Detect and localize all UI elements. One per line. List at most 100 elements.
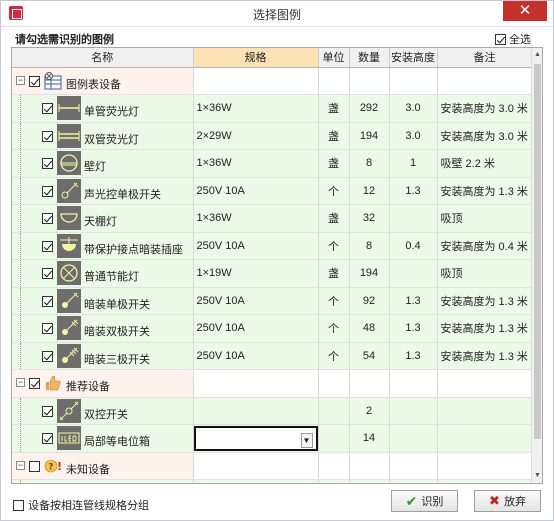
collapse-toggle[interactable]: − (16, 460, 25, 470)
item-unit[interactable]: 个 (318, 177, 350, 205)
item-checkbox[interactable] (42, 130, 53, 142)
group-checkbox[interactable] (29, 460, 40, 472)
item-unit[interactable]: 个 (318, 314, 350, 343)
spec-dropdown[interactable]: ▼ (193, 426, 317, 451)
item-height[interactable]: 1.3 (389, 314, 438, 343)
col-header-name[interactable]: 名称 (12, 48, 194, 68)
item-qty[interactable]: 8 (349, 232, 390, 260)
item-unit[interactable]: 个 (318, 342, 350, 370)
item-checkbox[interactable] (42, 268, 53, 279)
item-spec[interactable]: 2×29W (193, 122, 319, 150)
item-height[interactable]: 1.3 (389, 342, 438, 370)
item-spec[interactable]: 1×36W (193, 149, 319, 178)
close-button[interactable]: ✕ (503, 1, 547, 21)
item-spec[interactable]: 250V 10A (193, 232, 319, 260)
select-all[interactable]: 全选 (495, 31, 531, 47)
item-note[interactable]: 安装高度为 1.3 米 (437, 342, 533, 370)
table-row[interactable]: 带保护接点暗装插座 250V 10A 个 8 0.4 安装高度为 0.4 米 (12, 232, 533, 260)
item-qty[interactable]: 194 (349, 122, 390, 150)
item-height[interactable]: 0.4 (389, 232, 438, 260)
col-header-unit[interactable]: 单位 (318, 48, 350, 68)
item-checkbox[interactable] (42, 405, 53, 417)
item-unit[interactable]: 盏 (318, 122, 350, 150)
item-height[interactable] (389, 397, 438, 425)
collapse-toggle[interactable]: − (16, 75, 25, 85)
item-unit[interactable] (318, 397, 350, 425)
table-row[interactable]: 局部等电位箱 ▼ 14 (12, 424, 533, 453)
item-note[interactable] (437, 397, 533, 425)
item-qty[interactable]: 92 (349, 287, 390, 315)
item-spec[interactable] (193, 397, 319, 425)
select-all-checkbox[interactable] (495, 33, 506, 45)
item-checkbox[interactable] (42, 323, 53, 334)
item-spec[interactable]: 1×36W (193, 94, 319, 123)
table-row[interactable]: 声光控单极开关 250V 10A 个 12 1.3 安装高度为 1.3 米 (12, 177, 533, 205)
scroll-up-icon[interactable]: ▲ (532, 48, 542, 62)
table-row[interactable]: 天棚灯 1×36W 盏 32 吸顶 (12, 204, 533, 233)
item-note[interactable]: 安装高度为 1.3 米 (437, 177, 533, 205)
item-qty[interactable]: 8 (349, 149, 390, 178)
item-note[interactable] (437, 424, 533, 453)
vertical-scrollbar[interactable]: ▲ ▼ (531, 48, 542, 483)
item-height[interactable]: 3.0 (389, 122, 438, 150)
table-row[interactable]: 壁灯 1×36W 盏 8 1 吸壁 2.2 米 (12, 149, 533, 178)
scroll-thumb[interactable] (534, 64, 541, 439)
table-row[interactable] (12, 479, 533, 483)
item-spec[interactable]: 1×36W (193, 204, 319, 233)
item-height[interactable] (389, 259, 438, 288)
collapse-toggle[interactable]: − (16, 378, 25, 387)
item-unit[interactable]: 个 (318, 287, 350, 315)
item-checkbox[interactable] (42, 185, 53, 197)
item-height[interactable] (389, 424, 438, 453)
item-note[interactable]: 安装高度为 0.4 米 (437, 232, 533, 260)
item-note[interactable]: 吸顶 (437, 259, 533, 288)
item-height[interactable]: 3.0 (389, 94, 438, 123)
item-qty[interactable]: 32 (349, 204, 390, 233)
item-height[interactable]: 1 (389, 149, 438, 178)
item-checkbox[interactable] (42, 158, 53, 169)
item-qty[interactable]: 12 (349, 177, 390, 205)
item-height[interactable] (389, 204, 438, 233)
item-note[interactable]: 安装高度为 1.3 米 (437, 287, 533, 315)
item-unit[interactable]: 个 (318, 232, 350, 260)
item-note[interactable]: 安装高度为 1.3 米 (437, 314, 533, 343)
item-qty[interactable]: 194 (349, 259, 390, 288)
col-header-height[interactable]: 安装高度 (389, 48, 438, 68)
item-qty[interactable]: 54 (349, 342, 390, 370)
item-qty[interactable]: 292 (349, 94, 390, 123)
table-row[interactable]: 双控开关 2 (12, 397, 533, 425)
item-qty[interactable]: 14 (349, 424, 390, 453)
table-row[interactable]: 暗装双极开关 250V 10A 个 48 1.3 安装高度为 1.3 米 (12, 314, 533, 343)
item-checkbox[interactable] (42, 433, 53, 444)
group-by-pipe-option[interactable]: 设备按相连管线规格分组 (13, 497, 149, 513)
item-qty[interactable]: 2 (349, 397, 390, 425)
group-checkbox[interactable] (29, 378, 40, 389)
item-spec[interactable]: 250V 10A (193, 342, 319, 370)
dropdown-arrow-icon[interactable]: ▼ (300, 433, 313, 448)
item-unit[interactable]: 盏 (318, 94, 350, 123)
item-checkbox[interactable] (42, 213, 53, 224)
item-height[interactable]: 1.3 (389, 177, 438, 205)
item-note[interactable]: 吸顶 (437, 204, 533, 233)
item-height[interactable]: 1.3 (389, 287, 438, 315)
item-checkbox[interactable] (42, 295, 53, 307)
item-qty[interactable]: 48 (349, 314, 390, 343)
item-note[interactable]: 吸壁 2.2 米 (437, 149, 533, 178)
table-row[interactable]: 暗装三极开关 250V 10A 个 54 1.3 安装高度为 1.3 米 (12, 342, 533, 370)
item-spec[interactable]: 250V 10A (193, 314, 319, 343)
item-checkbox[interactable] (42, 240, 53, 252)
item-unit[interactable]: 盏 (318, 204, 350, 233)
item-spec[interactable]: 1×19W (193, 259, 319, 288)
item-spec[interactable]: 250V 10A (193, 177, 319, 205)
item-unit[interactable]: 盏 (318, 259, 350, 288)
col-header-note[interactable]: 备注 (437, 48, 533, 68)
table-row[interactable]: 暗装单极开关 250V 10A 个 92 1.3 安装高度为 1.3 米 (12, 287, 533, 315)
item-spec[interactable]: 250V 10A (193, 287, 319, 315)
item-checkbox[interactable] (42, 350, 53, 362)
item-checkbox[interactable] (42, 103, 53, 114)
scroll-down-icon[interactable]: ▼ (532, 469, 542, 483)
recognize-button[interactable]: ✔ 识别 (391, 490, 458, 512)
group-by-pipe-checkbox[interactable] (13, 499, 24, 511)
item-unit[interactable] (318, 424, 350, 453)
table-row[interactable]: 普通节能灯 1×19W 盏 194 吸顶 (12, 259, 533, 288)
